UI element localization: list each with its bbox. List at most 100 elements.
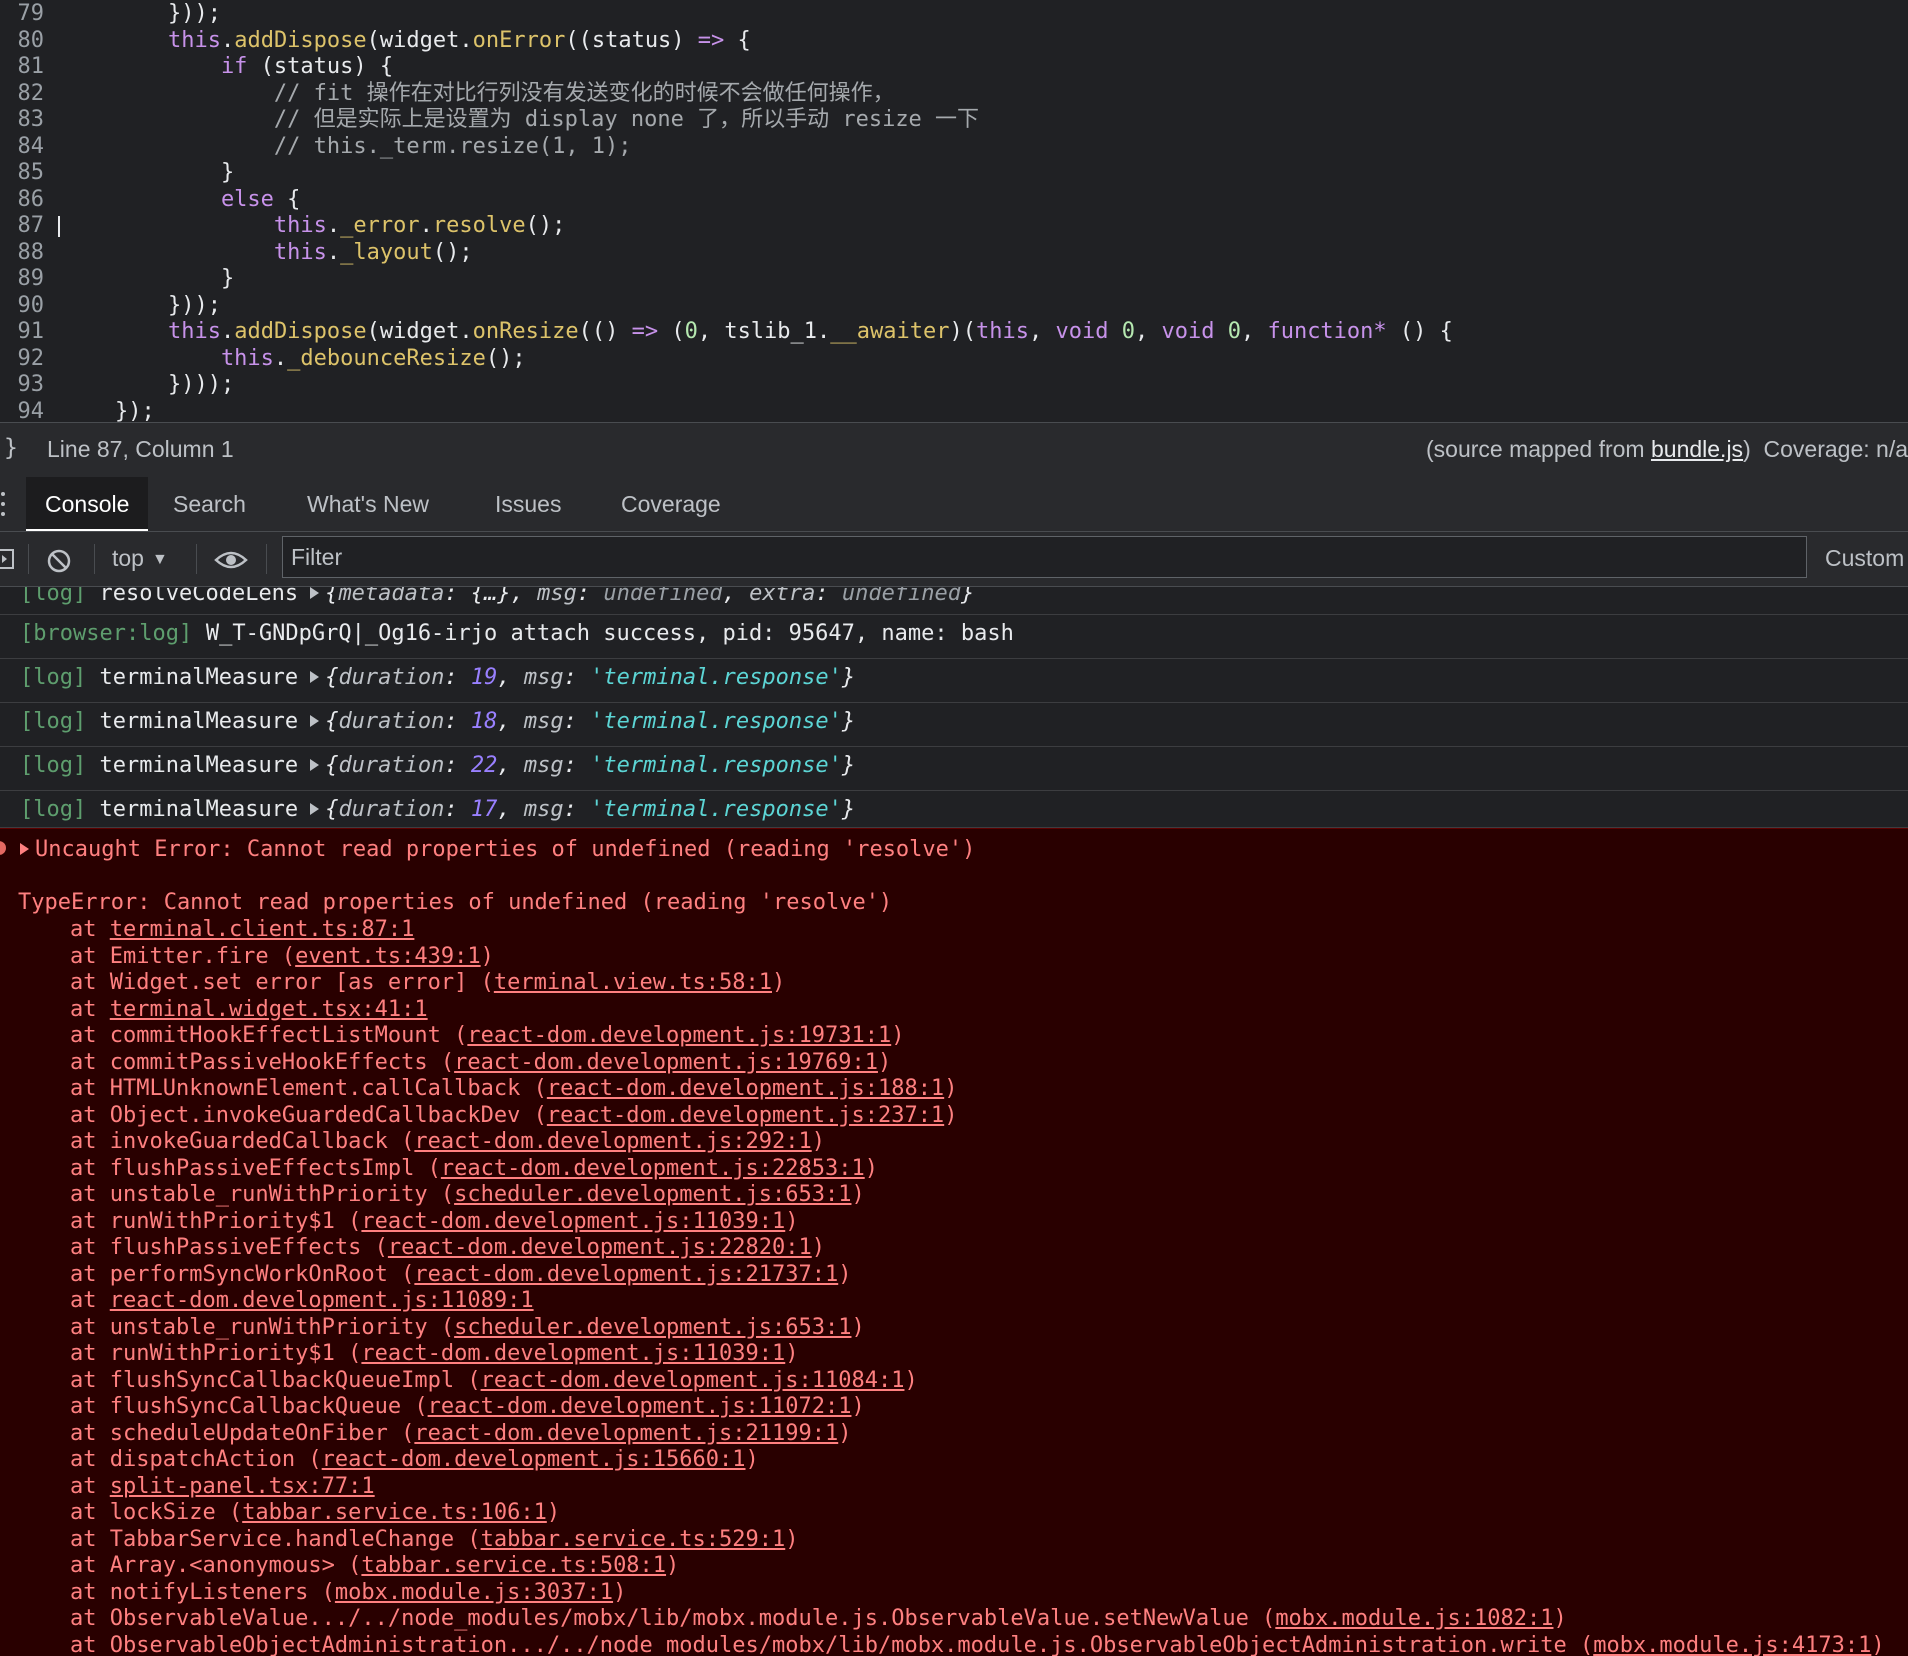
console-message[interactable]: [log] terminalMeasure {duration: 17, msg: … (0, 791, 1908, 828)
code-line[interactable]: 93 }))); (0, 372, 1908, 399)
pretty-print-button[interactable]: } (4, 435, 18, 461)
line-number[interactable]: 93 (0, 372, 45, 399)
expand-triangle-icon[interactable] (310, 715, 320, 727)
tab-search[interactable]: Search (154, 477, 265, 531)
source-location-link[interactable]: tabbar.service.ts:529:1 (481, 1527, 786, 1552)
expand-triangle-icon[interactable] (310, 759, 320, 771)
source-location-link[interactable]: react-dom.development.js:11072:1 (428, 1394, 852, 1419)
source-location-link[interactable]: terminal.view.ts:58:1 (494, 970, 772, 995)
source-location-link[interactable]: react-dom.development.js:11039:1 (361, 1341, 785, 1366)
tab-coverage[interactable]: Coverage (602, 477, 740, 531)
code-line[interactable]: 87 this._error.resolve(); (0, 213, 1908, 240)
source-location-link[interactable]: event.ts:439:1 (295, 944, 480, 969)
source-file-link[interactable]: bundle.js (1651, 436, 1743, 462)
code-line[interactable]: 82 // fit 操作在对比行列没有发送变化的时候不会做任何操作， (0, 81, 1908, 108)
source-location-link[interactable]: split-panel.tsx:77:1 (110, 1474, 375, 1499)
line-number[interactable]: 85 (0, 160, 45, 187)
source-location-link[interactable]: react-dom.development.js:21199:1 (414, 1421, 838, 1446)
source-location-link[interactable]: react-dom.development.js:19731:1 (467, 1023, 891, 1048)
line-number[interactable]: 86 (0, 187, 45, 214)
line-number[interactable]: 90 (0, 293, 45, 320)
console-message[interactable]: [log] terminalMeasure {duration: 22, msg: … (0, 747, 1908, 791)
source-location-link[interactable]: react-dom.development.js:19769:1 (454, 1050, 878, 1075)
code-line[interactable]: 83 // 但是实际上是设置为 display none 了，所以手动 resi… (0, 107, 1908, 134)
tab-console[interactable]: Console (26, 477, 149, 531)
stack-frame: at flushPassiveEffectsImpl (react-dom.de… (70, 1155, 878, 1181)
source-location-link[interactable]: mobx.module.js:1082:1 (1275, 1606, 1553, 1631)
source-location-link[interactable]: react-dom.development.js:292:1 (414, 1129, 811, 1154)
expand-triangle-icon[interactable] (310, 803, 320, 815)
line-number[interactable]: 83 (0, 107, 45, 134)
code-line[interactable]: 94 }); (0, 399, 1908, 423)
kebab-menu-icon[interactable] (0, 492, 8, 518)
line-number[interactable]: 91 (0, 319, 45, 346)
expand-triangle-icon[interactable] (20, 843, 29, 855)
line-number[interactable]: 81 (0, 54, 45, 81)
console-message[interactable]: [log] resolveCodeLens {metadata: {…}, msg:… (0, 587, 1908, 615)
source-location-link[interactable]: react-dom.development.js:21737:1 (414, 1262, 838, 1287)
stack-frame: at runWithPriority$1 (react-dom.developm… (70, 1341, 799, 1366)
line-number[interactable]: 80 (0, 28, 45, 55)
expand-triangle-icon[interactable] (310, 587, 320, 599)
line-number[interactable]: 79 (0, 1, 45, 28)
line-number[interactable]: 82 (0, 81, 45, 108)
code-line[interactable]: 89 } (0, 266, 1908, 293)
code-line[interactable]: 80 this.addDispose(widget.onError((statu… (0, 28, 1908, 55)
line-number[interactable]: 84 (0, 134, 45, 161)
expand-triangle-icon[interactable] (310, 671, 320, 683)
code-line[interactable]: 88 this._layout(); (0, 240, 1908, 267)
stack-frame: at flushSyncCallbackQueue (react-dom.dev… (70, 1394, 865, 1419)
console-message[interactable]: [log] terminalMeasure {duration: 19, msg: … (0, 659, 1908, 703)
sidebar-toggle-icon[interactable] (0, 548, 16, 570)
line-number[interactable]: 88 (0, 240, 45, 267)
filter-input[interactable] (282, 536, 1807, 578)
line-number[interactable]: 89 (0, 266, 45, 293)
source-location-link[interactable]: mobx.module.js:3037:1 (335, 1580, 613, 1605)
code-text: else { (62, 186, 301, 212)
stack-frame: at Array.<anonymous> (tabbar.service.ts:… (70, 1553, 680, 1578)
source-location-link[interactable]: react-dom.development.js:22820:1 (388, 1235, 812, 1260)
code-line[interactable]: 91 this.addDispose(widget.onResize(() =>… (0, 319, 1908, 346)
code-line[interactable]: 86 else { (0, 187, 1908, 214)
context-selector[interactable]: top ▼ (112, 545, 168, 572)
tab-whats-new[interactable]: What's New (288, 477, 448, 531)
code-line[interactable]: 85 } (0, 160, 1908, 187)
line-number[interactable]: 92 (0, 346, 45, 373)
source-location-link[interactable]: tabbar.service.ts:508:1 (361, 1553, 666, 1578)
code-line[interactable]: 79 })); (0, 1, 1908, 28)
stack-frame: at commitHookEffectListMount (react-dom.… (70, 1023, 905, 1048)
line-number[interactable]: 94 (0, 399, 45, 423)
console-message[interactable]: [browser:log] W_T-GNDpGrQ|_Og16-irjo atta… (0, 615, 1908, 659)
code-line[interactable]: 90 })); (0, 293, 1908, 320)
code-editor[interactable]: 79 })); 80 this.addDispose(widget.onError… (0, 0, 1908, 422)
source-location-link[interactable]: react-dom.development.js:11039:1 (361, 1209, 785, 1234)
code-line[interactable]: 92 this._debounceResize(); (0, 346, 1908, 373)
stack-frame: at dispatchAction (react-dom.development… (70, 1447, 759, 1472)
source-location-link[interactable]: react-dom.development.js:22853:1 (441, 1156, 865, 1181)
source-location-link[interactable]: terminal.client.ts:87:1 (110, 917, 415, 942)
eye-icon[interactable] (214, 548, 248, 572)
stack-frame: at commitPassiveHookEffects (react-dom.d… (70, 1049, 892, 1075)
tab-issues[interactable]: Issues (476, 477, 580, 531)
source-location-link[interactable]: tabbar.service.ts:106:1 (242, 1500, 547, 1525)
source-location-link[interactable]: terminal.widget.tsx:41:1 (110, 997, 428, 1022)
message-body: resolveCodeLens {metadata: {…}, msg: unde… (99, 587, 975, 606)
code-line[interactable]: 84 // this._term.resize(1, 1); (0, 134, 1908, 161)
uncaught-error-message: Uncaught Error: Cannot read properties o… (0, 828, 1908, 1656)
source-location-link[interactable]: react-dom.development.js:11089:1 (110, 1288, 534, 1313)
code-text: })); (62, 1, 221, 26)
source-location-link[interactable]: react-dom.development.js:237:1 (547, 1103, 944, 1128)
error-summary[interactable]: Uncaught Error: Cannot read properties o… (20, 837, 975, 862)
source-location-link[interactable]: scheduler.development.js:653:1 (454, 1182, 851, 1207)
line-number[interactable]: 87 (0, 213, 45, 240)
source-location-link[interactable]: mobx.module.js:4173:1 (1593, 1633, 1871, 1656)
clear-console-icon[interactable] (46, 548, 72, 574)
source-location-link[interactable]: react-dom.development.js:11084:1 (481, 1368, 905, 1393)
source-location-link[interactable]: scheduler.development.js:653:1 (454, 1315, 851, 1340)
source-location-link[interactable]: react-dom.development.js:15660:1 (322, 1447, 746, 1472)
code-line[interactable]: 81 if (status) { (0, 54, 1908, 81)
source-location-link[interactable]: react-dom.development.js:188:1 (547, 1076, 944, 1101)
log-levels-dropdown[interactable]: Custom (1825, 545, 1904, 572)
console-message[interactable]: [log] terminalMeasure {duration: 18, msg: … (0, 703, 1908, 747)
stack-frame: at TabbarService.handleChange (tabbar.se… (70, 1526, 799, 1552)
